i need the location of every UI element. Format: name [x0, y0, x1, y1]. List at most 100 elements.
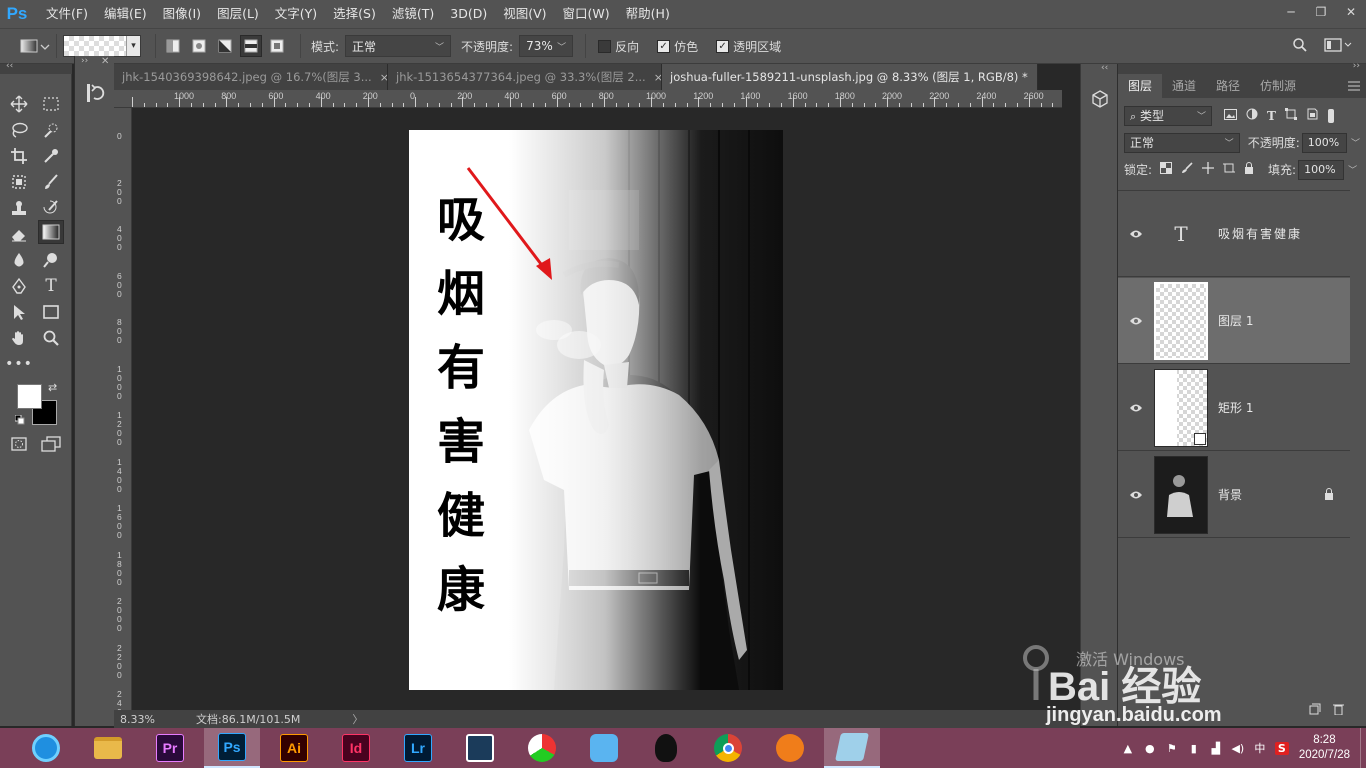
zoom-tool-icon[interactable]	[38, 326, 64, 350]
chevron-down-icon[interactable]: ﹀	[1348, 163, 1357, 176]
taskbar-colorful-app[interactable]	[514, 728, 570, 768]
menu-type[interactable]: 文字(Y)	[267, 0, 325, 28]
close-icon[interactable]: ×	[1036, 71, 1037, 84]
taskbar-qq[interactable]	[638, 728, 694, 768]
search-icon[interactable]	[1292, 37, 1308, 56]
workspace-switcher-icon[interactable]	[1324, 37, 1352, 53]
taskbar-premiere[interactable]: Pr	[142, 728, 198, 768]
eraser-tool-icon[interactable]	[6, 222, 32, 246]
tray-sogou-icon[interactable]: S	[1271, 741, 1293, 755]
taskbar-browser-360[interactable]	[18, 728, 74, 768]
pen-tool-icon[interactable]	[6, 274, 32, 298]
filter-type-icon[interactable]: T	[1267, 109, 1276, 123]
menu-window[interactable]: 窗口(W)	[555, 0, 618, 28]
tray-battery-icon[interactable]: ▮	[1183, 742, 1205, 755]
gradient-tool-icon[interactable]	[38, 220, 64, 244]
dither-option[interactable]: ✓ 仿色	[657, 38, 704, 55]
tray-network-icon[interactable]: ▟	[1205, 742, 1227, 755]
lock-brush-icon[interactable]	[1181, 162, 1193, 177]
tab-document-2[interactable]: jhk-1513654377364.jpeg @ 33.3%(图层 2... ×	[388, 64, 662, 90]
move-tool-icon[interactable]	[6, 92, 32, 116]
menu-select[interactable]: 选择(S)	[325, 0, 384, 28]
menu-layer[interactable]: 图层(L)	[209, 0, 267, 28]
taskbar-file-explorer[interactable]	[80, 728, 136, 768]
menu-file[interactable]: 文件(F)	[34, 0, 96, 28]
frame-tool-icon[interactable]	[6, 170, 32, 194]
taskbar-bird-app[interactable]	[576, 728, 632, 768]
close-panel-icon[interactable]: ✕	[101, 56, 109, 67]
zoom-level[interactable]: 8.33%	[114, 713, 160, 726]
gradient-picker[interactable]: ▾	[63, 35, 141, 57]
dodge-tool-icon[interactable]	[38, 248, 64, 272]
tab-clone-source[interactable]: 仿制源	[1250, 74, 1306, 98]
path-selection-tool-icon[interactable]	[6, 300, 32, 324]
panel-menu-icon[interactable]	[1348, 74, 1366, 98]
menu-view[interactable]: 视图(V)	[495, 0, 554, 28]
visibility-eye-icon[interactable]	[1118, 403, 1154, 413]
filter-pixel-icon[interactable]	[1224, 108, 1237, 123]
marquee-tool-icon[interactable]	[38, 92, 64, 116]
stamp-tool-icon[interactable]	[6, 196, 32, 220]
reverse-checkbox[interactable]	[598, 39, 612, 53]
layer-row-background[interactable]: 背景	[1118, 452, 1350, 538]
taskbar-indesign[interactable]: Id	[328, 728, 384, 768]
opacity-field[interactable]: 73% ﹀	[519, 35, 574, 57]
tab-document-3[interactable]: joshua-fuller-1589211-unsplash.jpg @ 8.3…	[662, 64, 1038, 90]
restore-button[interactable]: ❐	[1306, 0, 1336, 24]
linear-gradient-button[interactable]	[162, 35, 184, 57]
lock-position-icon[interactable]	[1202, 162, 1215, 177]
diamond-gradient-button[interactable]	[266, 35, 288, 57]
show-desktop-button[interactable]	[1360, 728, 1366, 768]
visibility-eye-icon[interactable]	[1118, 490, 1154, 500]
filter-adjustment-icon[interactable]	[1246, 108, 1258, 123]
taskbar-photoshop[interactable]: Ps	[204, 728, 260, 768]
taskbar-notes[interactable]	[824, 728, 880, 768]
taskbar-bird-orange[interactable]	[762, 728, 818, 768]
tab-paths[interactable]: 路径	[1206, 74, 1250, 98]
clock[interactable]: 8:28 2020/7/28	[1299, 733, 1350, 763]
menu-help[interactable]: 帮助(H)	[618, 0, 678, 28]
visibility-eye-icon[interactable]	[1118, 229, 1154, 239]
dither-checkbox[interactable]: ✓	[657, 39, 671, 53]
foreground-color-swatch[interactable]	[17, 384, 42, 409]
layer-row-text[interactable]: T 吸烟有害健康	[1118, 191, 1350, 277]
taskbar-illustrator[interactable]: Ai	[266, 728, 322, 768]
menu-filter[interactable]: 滤镜(T)	[384, 0, 442, 28]
layer-opacity-field[interactable]: 100%	[1301, 132, 1347, 153]
status-menu-arrow[interactable]: 〉	[352, 711, 363, 727]
3d-cube-icon[interactable]	[1091, 90, 1109, 111]
gradient-tool-preset-icon[interactable]	[20, 35, 50, 57]
menu-edit[interactable]: 编辑(E)	[96, 0, 155, 28]
layer-name[interactable]: 背景	[1218, 486, 1242, 503]
vertical-ruler[interactable]: 0 2 0 0 4 0 0 6 0 0 8 0 0 1 0 0 0 1 2 0 0 1 4 0…	[114, 108, 132, 726]
swap-colors-icon[interactable]: ⇄	[48, 381, 57, 394]
collapse-icon[interactable]: ‹‹	[1101, 63, 1108, 73]
mode-select[interactable]: 正常 ﹀	[345, 35, 452, 57]
new-layer-icon[interactable]	[1309, 703, 1321, 718]
horizontal-ruler[interactable]: 1000 800 600 400 200 0 200 400 600 800 1000 1200 140…	[114, 90, 1062, 108]
fill-field[interactable]: 100%	[1298, 159, 1345, 180]
minimize-button[interactable]: ─	[1276, 0, 1306, 24]
lock-transparent-icon[interactable]	[1160, 162, 1173, 177]
collapse-icon[interactable]: ‹‹	[6, 61, 13, 71]
crop-tool-icon[interactable]	[6, 144, 32, 168]
lasso-tool-icon[interactable]	[6, 118, 32, 142]
lock-all-icon[interactable]	[1244, 162, 1254, 177]
reflected-gradient-button[interactable]	[240, 35, 262, 57]
blend-mode-select[interactable]: 正常 ﹀	[1124, 132, 1240, 153]
close-icon[interactable]: ×	[654, 71, 661, 84]
transparency-option[interactable]: ✓ 透明区域	[716, 38, 787, 55]
taskbar-lightroom[interactable]: Lr	[390, 728, 446, 768]
blur-tool-icon[interactable]	[6, 248, 32, 272]
trash-icon[interactable]	[1333, 703, 1344, 718]
chevron-down-icon[interactable]: ▾	[126, 36, 140, 56]
tray-ime[interactable]: 中	[1249, 740, 1271, 756]
reverse-option[interactable]: 反向	[598, 38, 645, 55]
menu-image[interactable]: 图像(I)	[155, 0, 209, 28]
brush-tool-icon[interactable]	[38, 170, 64, 194]
type-tool-icon[interactable]: T	[38, 274, 64, 298]
filter-smart-object-icon[interactable]	[1306, 108, 1318, 123]
chevron-down-icon[interactable]: ﹀	[1351, 136, 1360, 149]
collapse-icon[interactable]: ››	[81, 56, 88, 66]
quick-selection-tool-icon[interactable]	[38, 118, 64, 142]
